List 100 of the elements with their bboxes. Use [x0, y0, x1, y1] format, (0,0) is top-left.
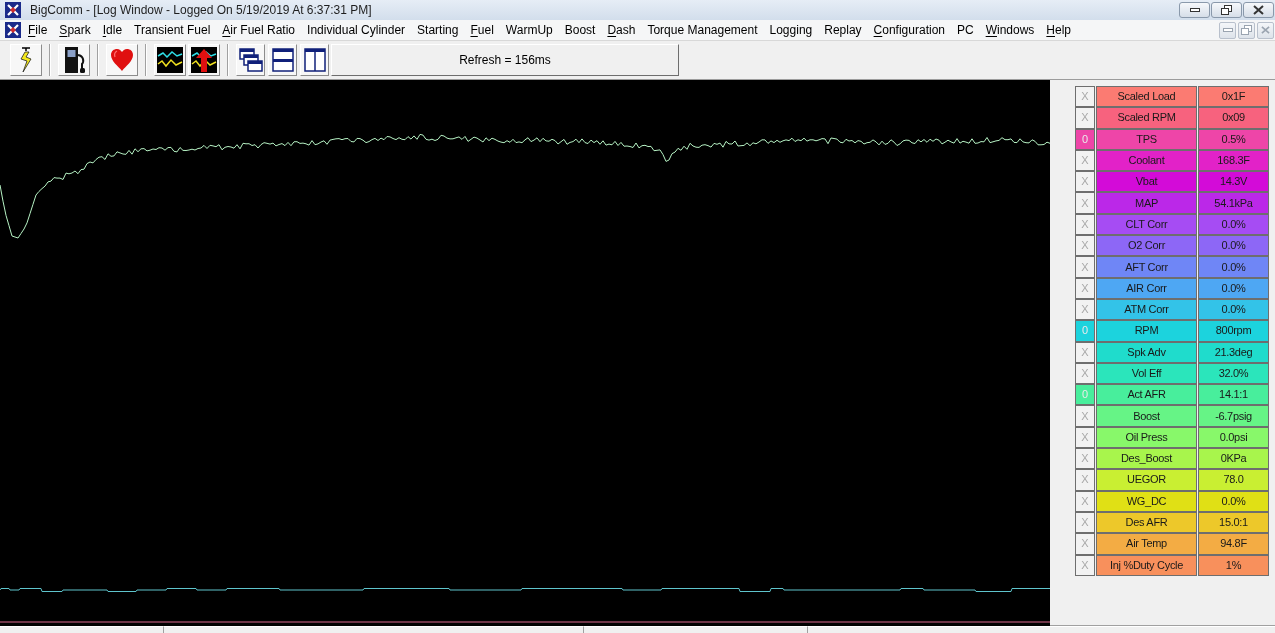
channel-name-cell: TPS	[1096, 128, 1197, 150]
channel-name-cell: AIR Corr	[1096, 277, 1197, 299]
channel-toggle-button[interactable]: X	[1075, 192, 1095, 214]
menu-item[interactable]: PC	[951, 21, 980, 39]
channel-value-cell: 0x1F	[1198, 86, 1269, 108]
heart-icon	[110, 48, 134, 72]
channel-value-cell: 0.0psi	[1198, 426, 1269, 449]
channel-name-cell: Vbat	[1096, 171, 1197, 193]
channel-toggle-button[interactable]: X	[1075, 213, 1095, 236]
menu-item[interactable]: Air Fuel Ratio	[216, 21, 302, 39]
restore-button[interactable]	[1211, 2, 1242, 18]
channel-name-cell: Boost	[1096, 405, 1197, 427]
channel-value-cell: 94.8F	[1198, 533, 1269, 555]
app-icon	[5, 2, 21, 18]
channel-name-cell: Coolant	[1096, 149, 1197, 172]
menu-item[interactable]: Replay	[818, 21, 868, 39]
channel-toggle-button[interactable]: X	[1075, 554, 1095, 576]
channel-toggle-button[interactable]: X	[1075, 533, 1095, 555]
menu-item[interactable]: Windows	[979, 21, 1041, 39]
channel-toggle-button[interactable]: X	[1075, 448, 1095, 470]
minimize-button[interactable]	[1179, 2, 1210, 18]
menu-item[interactable]: Starting	[411, 21, 465, 39]
tile-vertical-button[interactable]	[300, 44, 329, 76]
channel-toggle-button[interactable]: 0	[1075, 128, 1095, 150]
channel-value-cell: 21.3deg	[1198, 341, 1269, 363]
close-icon	[1261, 26, 1270, 34]
chart-button[interactable]	[154, 44, 186, 76]
menu-item[interactable]: Fuel	[464, 21, 500, 39]
menu-item[interactable]: WarmUp	[499, 21, 559, 39]
channel-toggle-button[interactable]: 0	[1075, 384, 1095, 406]
channel-value-cell: 0.0%	[1198, 235, 1269, 257]
heart-button[interactable]	[106, 44, 138, 76]
lightning-button[interactable]	[10, 44, 42, 76]
channel-toggle-button[interactable]: X	[1075, 511, 1095, 534]
fuel-pump-button[interactable]	[58, 44, 90, 76]
menu-item[interactable]: Spark	[53, 21, 97, 39]
channel-value-cell: 0.0%	[1198, 277, 1269, 299]
channel-value-cell: 0.0%	[1198, 256, 1269, 278]
channel-name-cell: Scaled RPM	[1096, 107, 1197, 129]
minimize-icon	[1222, 28, 1233, 32]
menu-item[interactable]: Boost	[558, 21, 602, 39]
channel-name-cell: Inj %Duty Cycle	[1096, 554, 1197, 576]
close-button[interactable]	[1243, 2, 1274, 18]
channel-value-cell: 0.0%	[1198, 490, 1269, 512]
channel-toggle-button[interactable]: X	[1075, 256, 1095, 278]
channel-name-cell: UEGOR	[1096, 469, 1197, 491]
channel-value-cell: 54.1kPa	[1198, 192, 1269, 214]
menu-item[interactable]: Transient Fuel	[128, 21, 217, 39]
channel-name-cell: Vol Eff	[1096, 362, 1197, 385]
menu-item[interactable]: Logging	[763, 21, 819, 39]
channel-toggle-button[interactable]: X	[1075, 490, 1095, 512]
restore-icon	[1221, 5, 1232, 15]
channel-name-cell: Oil Press	[1096, 426, 1197, 449]
channel-toggle-button[interactable]: X	[1075, 277, 1095, 299]
channel-toggle-button[interactable]: X	[1075, 171, 1095, 193]
channel-value-cell: -6.7psig	[1198, 405, 1269, 427]
channel-value-cell: 168.3F	[1198, 149, 1269, 172]
channel-name-cell: RPM	[1096, 320, 1197, 342]
channel-toggle-button[interactable]: X	[1075, 149, 1095, 172]
channel-name-cell: Des AFR	[1096, 511, 1197, 534]
refresh-rate-panel: Refresh = 156ms	[331, 44, 679, 76]
lightning-icon	[17, 47, 35, 73]
channel-toggle-button[interactable]: X	[1075, 235, 1095, 257]
menu-item[interactable]: Dash	[601, 21, 642, 39]
tile-horizontal-button[interactable]	[268, 44, 297, 76]
channel-value-cell: 14.3V	[1198, 171, 1269, 193]
tile-vertical-icon	[303, 48, 326, 72]
channel-name-cell: Air Temp	[1096, 533, 1197, 555]
channel-toggle-button[interactable]: X	[1075, 405, 1095, 427]
window-title: BigComm - [Log Window - Logged On 5/19/2019 At 6:37:31 PM]	[30, 2, 372, 19]
cascade-windows-button[interactable]	[236, 44, 265, 76]
channel-toggle-button[interactable]: 0	[1075, 320, 1095, 342]
channel-value-cell: 15.0:1	[1198, 511, 1269, 534]
channel-toggle-button[interactable]: X	[1075, 298, 1095, 321]
tile-horizontal-icon	[271, 48, 294, 72]
channel-toggle-button[interactable]: X	[1075, 362, 1095, 385]
channel-name-cell: Spk Adv	[1096, 341, 1197, 363]
fuel-pump-icon	[62, 46, 86, 74]
menu-item[interactable]: Individual Cylinder	[301, 21, 412, 39]
channel-value-cell: 0x09	[1198, 107, 1269, 129]
cascade-windows-icon	[238, 48, 263, 72]
menu-item[interactable]: Torque Management	[641, 21, 764, 39]
channel-toggle-button[interactable]: X	[1075, 86, 1095, 108]
chart-arrow-button[interactable]	[188, 44, 220, 76]
channel-toggle-button[interactable]: X	[1075, 341, 1095, 363]
menu-item[interactable]: File	[22, 21, 54, 39]
channel-toggle-button[interactable]: X	[1075, 469, 1095, 491]
line-chart-icon	[157, 47, 183, 73]
channel-toggle-button[interactable]: X	[1075, 107, 1095, 129]
channel-name-cell: Des_Boost	[1096, 448, 1197, 470]
channel-name-cell: AFT Corr	[1096, 256, 1197, 278]
channel-name-cell: MAP	[1096, 192, 1197, 214]
channel-value-cell: 0.5%	[1198, 128, 1269, 150]
close-icon	[1253, 5, 1264, 15]
menu-item[interactable]: Help	[1040, 21, 1078, 39]
channel-value-cell: 0KPa	[1198, 448, 1269, 470]
channel-toggle-button[interactable]: X	[1075, 426, 1095, 449]
menu-item[interactable]: Configuration	[867, 21, 951, 39]
menu-item[interactable]: Idle	[96, 21, 129, 39]
channel-name-cell: ATM Corr	[1096, 298, 1197, 321]
